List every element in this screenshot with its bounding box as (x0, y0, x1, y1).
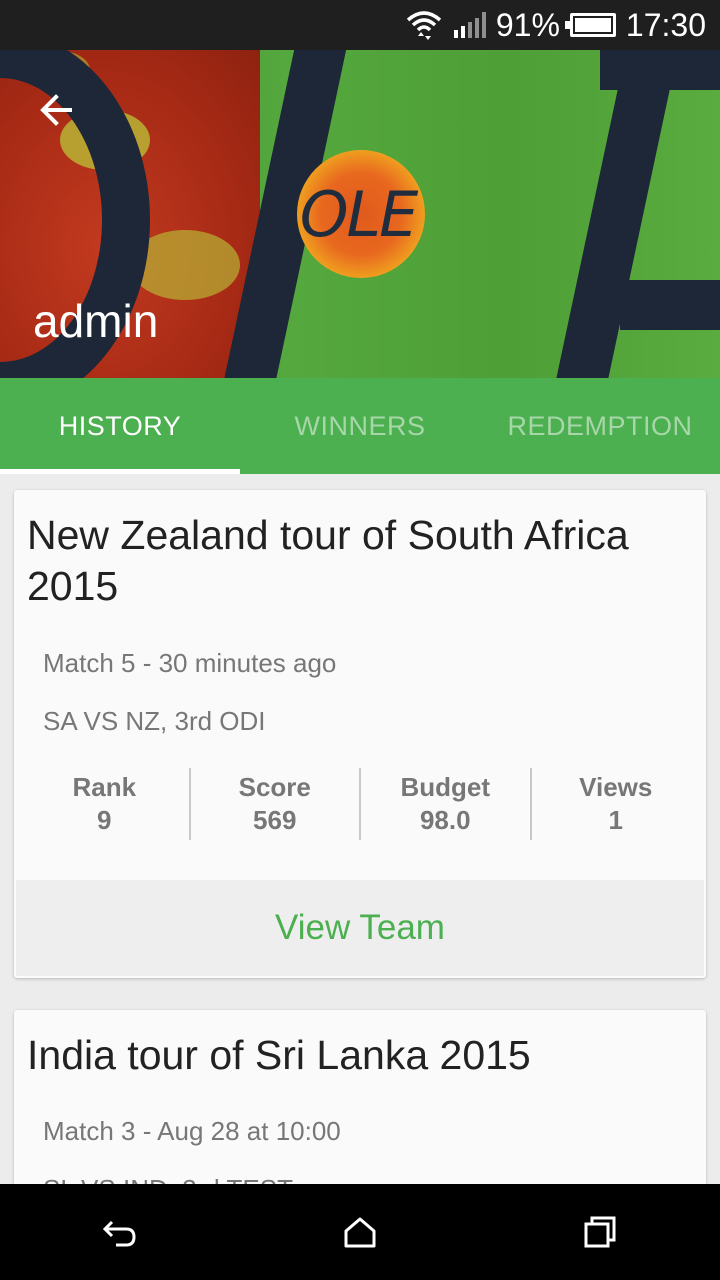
stat-label: Rank (72, 772, 137, 802)
stat-value: 9 (97, 805, 112, 835)
back-button[interactable] (30, 84, 82, 136)
stat-score: Score 569 (188, 768, 360, 840)
stats-row: Rank 9 Score 569 Budget 98.0 Views 1 (20, 768, 700, 840)
header-decoration (620, 280, 720, 330)
recents-nav-icon (584, 1216, 616, 1248)
battery-icon (564, 13, 616, 37)
back-nav-icon (102, 1220, 136, 1247)
navigation-bar (0, 1184, 720, 1280)
profile-header: OLE admin (0, 50, 720, 378)
stat-rank: Rank 9 (20, 768, 189, 840)
nav-home-button[interactable] (315, 1192, 405, 1272)
stat-views: Views 1 (529, 768, 701, 840)
signal-icon (453, 12, 486, 38)
status-bar: 91% 17:30 (0, 0, 720, 50)
stat-label: Score (238, 772, 311, 802)
stat-label: Views (579, 772, 653, 802)
tab-history[interactable]: HISTORY (0, 378, 240, 474)
tab-winners[interactable]: WINNERS (240, 378, 480, 474)
username: admin (33, 295, 159, 347)
match-info: Match 3 - Aug 28 at 10:00 (43, 1116, 341, 1146)
stat-value: 569 (253, 805, 297, 835)
wifi-icon (404, 6, 444, 44)
tour-title: New Zealand tour of South Africa 2015 (27, 512, 629, 609)
tab-bar: HISTORY WINNERS REDEMPTION (0, 378, 720, 474)
home-nav-icon (344, 1217, 376, 1248)
match-info: Match 5 - 30 minutes ago (43, 648, 337, 678)
stat-value: 98.0 (419, 805, 471, 835)
clock: 17:30 (625, 6, 706, 43)
stat-label: Budget (400, 772, 491, 802)
header-decoration (600, 50, 720, 90)
tour-title: India tour of Sri Lanka 2015 (27, 1032, 531, 1078)
battery-percent: 91% (495, 6, 560, 43)
history-card: New Zealand tour of South Africa 2015 Ma… (14, 490, 706, 978)
nav-recents-button[interactable] (555, 1192, 645, 1272)
tab-redemption[interactable]: REDEMPTION (480, 378, 720, 474)
app-root: 91% 17:30 OLE admin HISTORY WINNERS REDE… (0, 0, 720, 1280)
stat-value: 1 (608, 805, 623, 835)
arrow-left-icon (40, 94, 72, 126)
fixture-info: SA VS NZ, 3rd ODI (43, 706, 266, 736)
view-team-button[interactable]: View Team (16, 880, 704, 976)
stat-budget: Budget 98.0 (359, 768, 530, 840)
nav-back-button[interactable] (75, 1192, 165, 1272)
logo-text: OLE (299, 177, 419, 251)
app-logo: OLE (297, 150, 425, 278)
